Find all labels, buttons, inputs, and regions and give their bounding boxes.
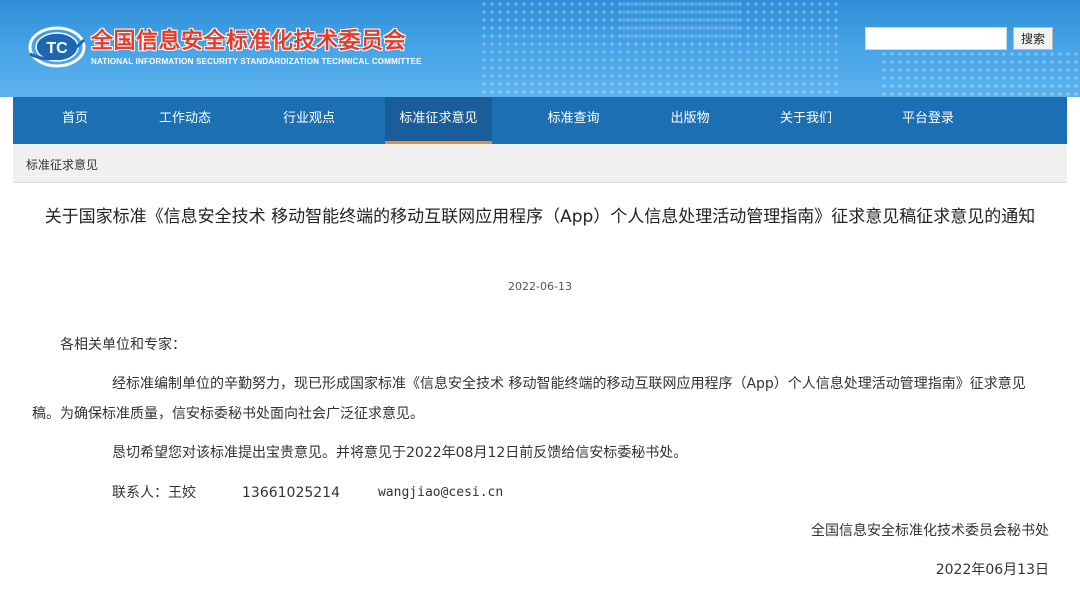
contact-name: 联系人：王姣 xyxy=(112,485,196,501)
article-title: 关于国家标准《信息安全技术 移动智能终端的移动互联网应用程序（App）个人信息处… xyxy=(44,207,1036,227)
search-input[interactable] xyxy=(865,27,1007,50)
nav-item-industry-views[interactable]: 行业观点 xyxy=(233,97,385,144)
search-button[interactable]: 搜索 xyxy=(1013,27,1053,50)
article-signature: 全国信息安全标准化技术委员会秘书处 xyxy=(811,523,1049,539)
contact-email: wangjiao@cesi.cn xyxy=(377,485,504,500)
article-paragraph-2: 恳切希望您对该标准提出宝贵意见。并将意见于2022年08月12日前反馈给信安标委… xyxy=(112,445,688,461)
main-nav: 首页 工作动态 行业观点 标准征求意见 标准查询 出版物 关于我们 平台登录 xyxy=(13,97,1067,144)
nav-item-about-us[interactable]: 关于我们 xyxy=(725,97,887,144)
site-logo[interactable]: TC 全国信息安全标准化技术委员会 NATIONAL INFORMATION S… xyxy=(27,24,422,70)
article-date: 2022-06-13 xyxy=(508,280,572,293)
search-box: 搜索 xyxy=(865,27,1053,50)
world-map-dots xyxy=(880,50,1080,97)
nav-item-work-news[interactable]: 工作动态 xyxy=(137,97,233,144)
nav-item-publications[interactable]: 出版物 xyxy=(655,97,725,144)
nav-item-platform-login[interactable]: 平台登录 xyxy=(887,97,969,144)
nav-item-home[interactable]: 首页 xyxy=(13,97,137,144)
article-greeting: 各相关单位和专家： xyxy=(60,337,186,353)
nav-item-standard-comments[interactable]: 标准征求意见 xyxy=(385,97,492,144)
org-name-en: NATIONAL INFORMATION SECURITY STANDARDIZ… xyxy=(91,56,422,66)
contact-phone: 13661025214 xyxy=(242,485,340,501)
nav-item-standard-search[interactable]: 标准查询 xyxy=(492,97,655,144)
article-signature-date: 2022年06月13日 xyxy=(935,562,1049,578)
breadcrumb[interactable]: 标准征求意见 xyxy=(26,156,98,173)
article-paragraph-1: 经标准编制单位的辛勤努力，现已形成国家标准《信息安全技术 移动智能终端的移动互联… xyxy=(32,376,1026,422)
tc-logo-icon: TC xyxy=(27,24,87,70)
org-name-cn: 全国信息安全标准化技术委员会 xyxy=(91,28,407,54)
site-header: TC 全国信息安全标准化技术委员会 NATIONAL INFORMATION S… xyxy=(0,0,1080,97)
article-contact: 联系人：王姣 13661025214 wangjiao@cesi.cn xyxy=(112,479,503,507)
logo-letters: TC xyxy=(46,40,68,57)
breadcrumb-bar: 标准征求意见 xyxy=(13,144,1067,183)
world-map-dots xyxy=(620,0,740,40)
